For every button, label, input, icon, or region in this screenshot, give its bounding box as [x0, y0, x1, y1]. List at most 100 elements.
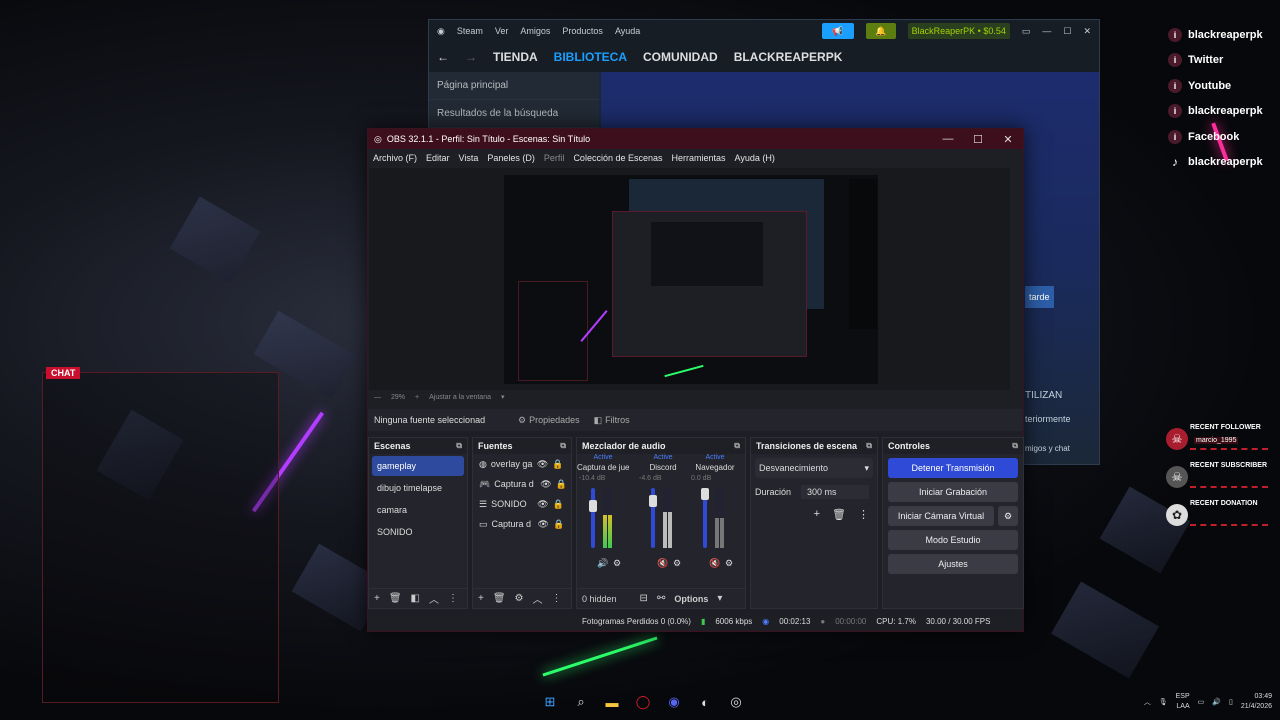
nav-profile[interactable]: BLACKREAPERPK: [734, 50, 843, 64]
volume-slider[interactable]: [649, 488, 657, 548]
trash-icon[interactable]: 🗑: [832, 508, 846, 521]
nav-biblioteca[interactable]: BIBLIOTECA: [554, 50, 627, 64]
friends-chat-link[interactable]: migos y chat: [1025, 444, 1070, 453]
gear-icon[interactable]: ⚙: [515, 593, 524, 604]
gear-icon[interactable]: ⚙: [673, 558, 681, 569]
menu-ayuda[interactable]: Ayuda (H): [735, 153, 775, 163]
start-recording-button[interactable]: Iniciar Grabación: [888, 482, 1018, 502]
options-button[interactable]: Options: [674, 594, 708, 604]
settings-button[interactable]: Ajustes: [888, 554, 1018, 574]
search-results[interactable]: Resultados de la búsqueda: [429, 100, 599, 128]
source-item[interactable]: ☰ SONIDO 👁 🔒: [473, 494, 571, 514]
nav-comunidad[interactable]: COMUNIDAD: [643, 50, 718, 64]
stop-streaming-button[interactable]: Detener Transmisión: [888, 458, 1018, 478]
source-item[interactable]: ◍ overlay ga 👁 🔒: [473, 454, 571, 474]
layout-icon[interactable]: ⊟: [640, 593, 648, 604]
muted-speaker-icon[interactable]: 🔇: [709, 558, 720, 569]
eye-icon[interactable]: 👁: [538, 519, 549, 530]
maximize-button[interactable]: ☐: [963, 133, 993, 146]
obs-icon[interactable]: ◎: [726, 692, 746, 712]
steam-menu-item[interactable]: Amigos: [520, 26, 550, 36]
lock-icon[interactable]: 🔒: [552, 459, 563, 470]
more-icon[interactable]: ⋮: [448, 593, 458, 604]
eye-icon[interactable]: 👁: [537, 459, 548, 470]
volume-slider[interactable]: [701, 488, 709, 548]
gear-icon[interactable]: ⚙: [998, 506, 1018, 526]
chevron-down-icon[interactable]: ▾: [501, 393, 505, 401]
studio-mode-button[interactable]: Modo Estudio: [888, 530, 1018, 550]
user-menu-button[interactable]: BlackReaperPK • $0.54: [907, 23, 1010, 39]
link-icon[interactable]: ⚯: [657, 593, 665, 604]
popout-icon[interactable]: ⧉: [1012, 441, 1018, 451]
channel-name[interactable]: Captura de juego: [577, 463, 629, 475]
more-icon[interactable]: ⋮: [552, 593, 562, 604]
add-icon[interactable]: +: [814, 508, 820, 521]
steam-menu-item[interactable]: Steam: [457, 26, 483, 36]
muted-speaker-icon[interactable]: 🔇: [657, 558, 668, 569]
eye-icon[interactable]: 👁: [540, 479, 551, 490]
speaker-icon[interactable]: 🔊: [597, 558, 608, 569]
filters-button[interactable]: ◧ Filtros: [594, 415, 630, 426]
preview-canvas[interactable]: [504, 175, 878, 384]
scene-item[interactable]: dibujo timelapse: [372, 478, 464, 498]
steam-icon[interactable]: ◐: [695, 692, 715, 712]
transition-select[interactable]: Desvanecimiento ▾: [755, 458, 873, 478]
channel-name[interactable]: Discord: [637, 463, 689, 475]
obs-window[interactable]: ◎ OBS 32.1.1 - Perfil: Sin Título - Esce…: [367, 128, 1024, 632]
filter-icon[interactable]: ◧: [411, 593, 420, 604]
zoom-out-button[interactable]: —: [374, 394, 381, 401]
volume-slider[interactable]: [589, 488, 597, 548]
scene-item[interactable]: gameplay: [372, 456, 464, 476]
popout-icon[interactable]: ⧉: [456, 441, 462, 451]
clock[interactable]: 03:49 21/4/2026: [1241, 692, 1272, 712]
minimize-button[interactable]: —: [1042, 26, 1051, 36]
language-indicator[interactable]: ESP LAA: [1176, 692, 1190, 712]
scene-item[interactable]: camara: [372, 500, 464, 520]
menu-paneles[interactable]: Paneles (D): [487, 153, 535, 163]
chevron-up-icon[interactable]: ︿: [1144, 697, 1151, 707]
broadcast-button[interactable]: 📢: [821, 23, 854, 39]
back-arrow-icon[interactable]: ←: [437, 50, 449, 64]
volume-knob[interactable]: [649, 495, 657, 507]
gear-icon[interactable]: ⚙: [725, 558, 733, 569]
opera-icon[interactable]: ◯: [633, 692, 653, 712]
steam-menu-item[interactable]: Ver: [495, 26, 509, 36]
add-icon[interactable]: +: [374, 593, 380, 604]
close-button[interactable]: ✕: [1083, 26, 1091, 37]
zoom-fit[interactable]: Ajustar a la ventana: [429, 394, 491, 401]
steam-menu-item[interactable]: Ayuda: [615, 26, 640, 36]
channel-name[interactable]: Navegador: [689, 463, 741, 475]
scene-item[interactable]: SONIDO: [372, 522, 464, 542]
lock-icon[interactable]: 🔒: [556, 479, 567, 490]
menu-archivo[interactable]: Archivo (F): [373, 153, 417, 163]
eye-icon[interactable]: 👁: [537, 499, 548, 510]
duration-input[interactable]: 300 ms: [801, 485, 870, 499]
volume-knob[interactable]: [589, 500, 597, 512]
up-icon[interactable]: ︿: [533, 591, 543, 606]
zoom-in-button[interactable]: +: [415, 394, 419, 401]
file-explorer-icon[interactable]: ▬: [602, 692, 622, 712]
lock-icon[interactable]: 🔒: [553, 499, 564, 510]
lock-icon[interactable]: 🔒: [553, 519, 564, 530]
source-item[interactable]: 🎮 Captura d 👁 🔒: [473, 474, 571, 494]
maximize-button[interactable]: ☐: [1063, 26, 1071, 37]
popout-icon[interactable]: ⧉: [866, 441, 872, 451]
menu-vista[interactable]: Vista: [459, 153, 479, 163]
library-home[interactable]: Página principal: [429, 72, 599, 100]
start-virtual-camera-button[interactable]: Iniciar Cámara Virtual: [888, 506, 994, 526]
properties-button[interactable]: ⚙ Propiedades: [518, 415, 580, 426]
preview-area[interactable]: [369, 168, 1010, 390]
gear-icon[interactable]: ⚙: [613, 558, 621, 569]
source-item[interactable]: ▭ Captura d 👁 🔒: [473, 514, 571, 534]
network-icon[interactable]: ▭: [1198, 698, 1205, 706]
menu-coleccion[interactable]: Colección de Escenas: [573, 153, 662, 163]
steam-menu-item[interactable]: Productos: [562, 26, 603, 36]
trash-icon[interactable]: 🗑: [389, 593, 402, 604]
volume-knob[interactable]: [701, 488, 709, 500]
windows-start-icon[interactable]: ⊞: [540, 692, 560, 712]
menu-editar[interactable]: Editar: [426, 153, 450, 163]
discord-icon[interactable]: ◉: [664, 692, 684, 712]
forward-arrow-icon[interactable]: →: [465, 50, 477, 64]
trash-icon[interactable]: 🗑: [493, 593, 506, 604]
popout-icon[interactable]: ⧉: [734, 441, 740, 451]
